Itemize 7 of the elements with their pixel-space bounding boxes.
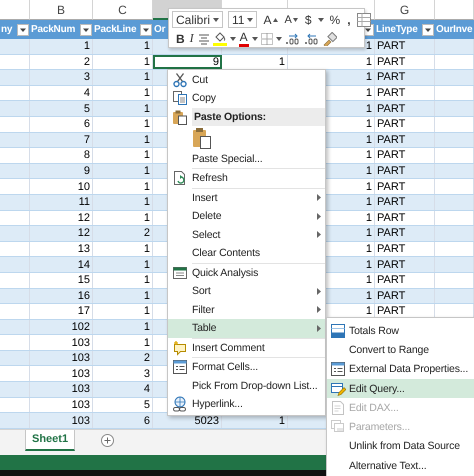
column-title: OurInve	[436, 24, 472, 35]
menu-section-header: Paste Options:	[192, 108, 325, 126]
column-title: Or	[154, 24, 166, 35]
column-title: PackLine	[94, 24, 136, 35]
column-title: PackNum	[31, 24, 76, 35]
column-title: LineType	[376, 24, 418, 35]
column-title: ny	[1, 24, 12, 35]
